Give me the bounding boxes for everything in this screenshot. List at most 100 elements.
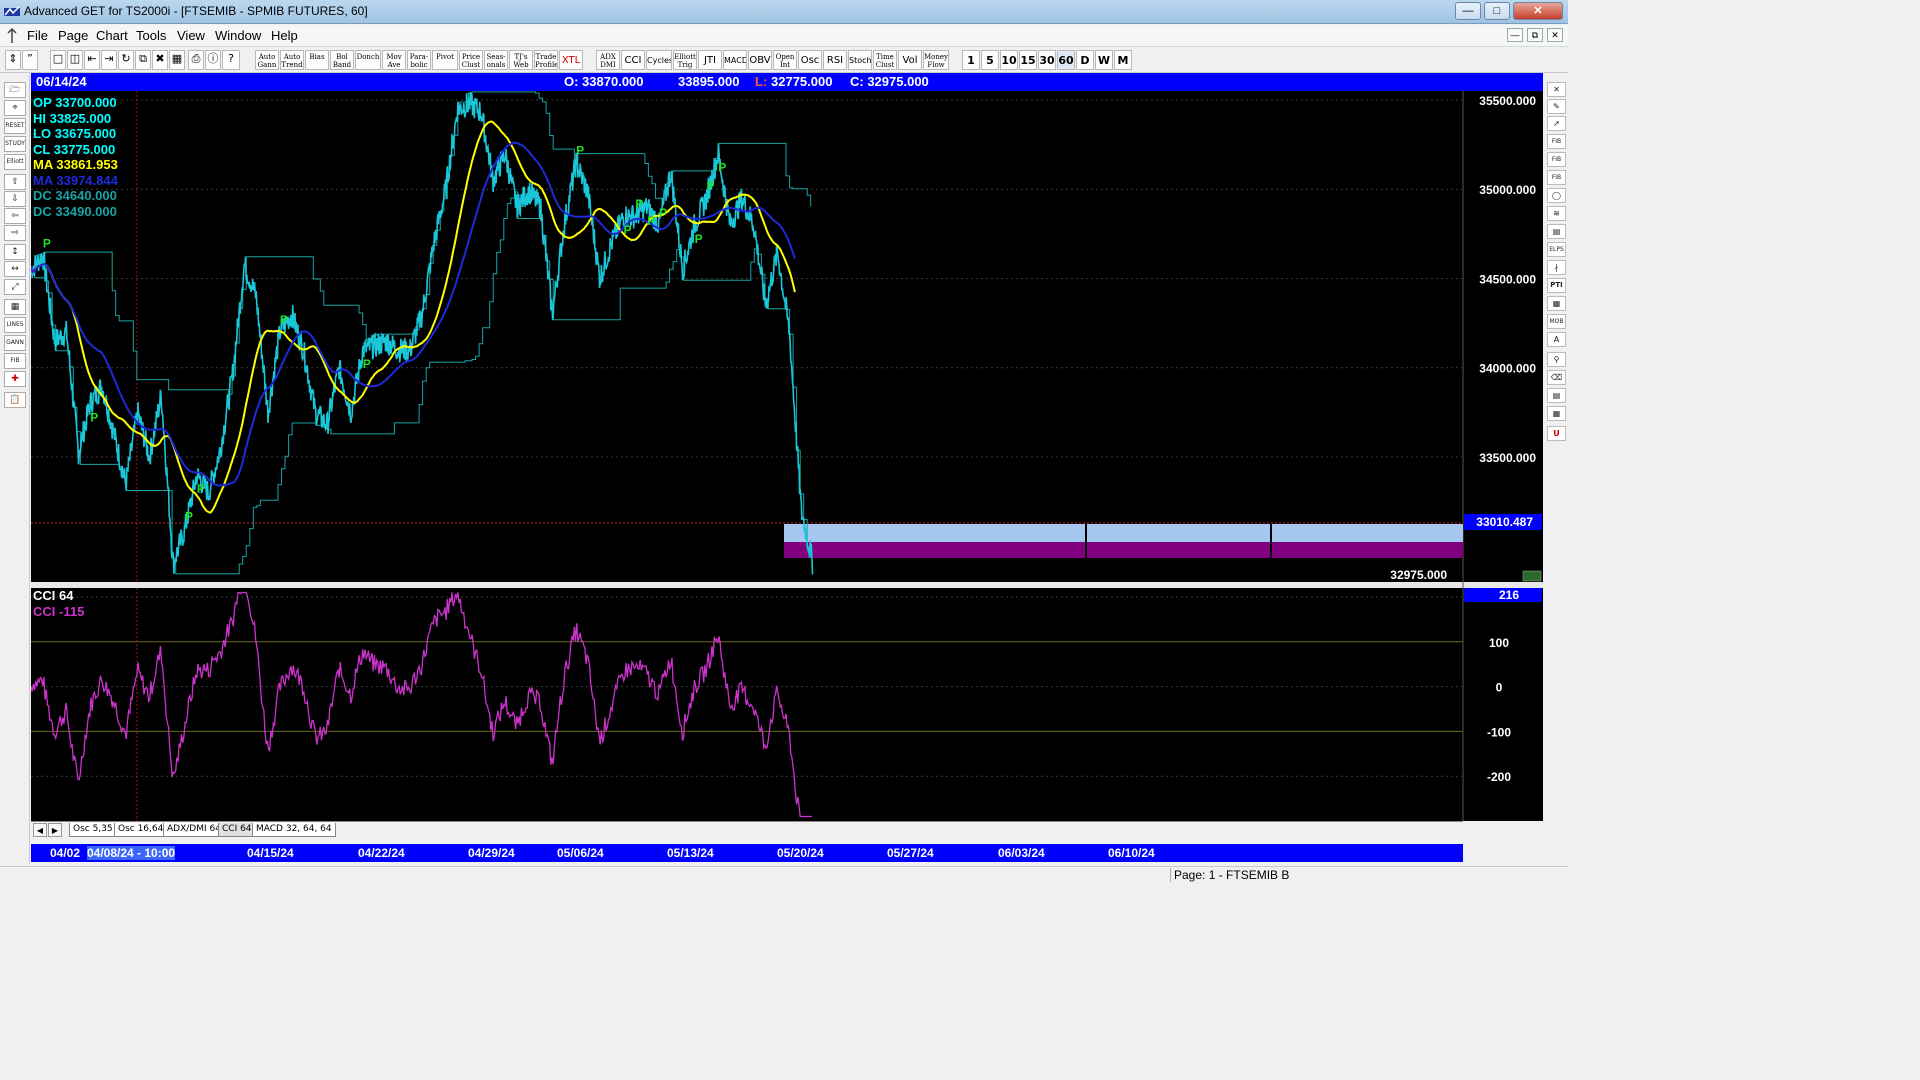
gann-fan-icon[interactable]: ∤ <box>1547 260 1566 275</box>
chart-mini-icon[interactable] <box>1522 570 1542 582</box>
menu-file[interactable]: File <box>27 28 48 43</box>
study-xtl-button[interactable]: XTL <box>559 50 583 70</box>
quote-icon[interactable]: ” <box>22 50 38 70</box>
next-chart-icon[interactable]: ⇥ <box>101 50 117 70</box>
study-rsi-button[interactable]: RSI <box>823 50 847 70</box>
maximize-button[interactable]: □ <box>1484 2 1510 20</box>
compress-horizontal-icon[interactable]: ↔ <box>4 261 26 277</box>
timeframe-60-button[interactable]: 60 <box>1057 50 1075 70</box>
timeframe-1-button[interactable]: 1 <box>962 50 980 70</box>
table-icon[interactable]: ▦ <box>1547 406 1566 421</box>
open-icon[interactable]: ◫ <box>67 50 83 70</box>
fib-tool-icon[interactable]: FIB <box>4 353 26 369</box>
study-mov-ave-button[interactable]: Mov Ave <box>382 50 406 70</box>
tab-scroll-left-icon[interactable]: ◀ <box>33 823 47 837</box>
study-auto-trend-button[interactable]: Auto Trend <box>280 50 304 70</box>
ellipse-icon[interactable]: ELPS <box>1547 242 1566 257</box>
arrow-up-icon[interactable]: ⇧ <box>4 174 26 190</box>
study-cycles-button[interactable]: Cycles <box>646 50 672 70</box>
study-tj-web-button[interactable]: TJ's Web <box>509 50 533 70</box>
chart-canvas[interactable]: 35500.000 35000.000 34500.000 34000.000 3350… <box>31 91 1543 821</box>
fib-time-icon[interactable]: FIB <box>1547 170 1566 185</box>
cross-tool-icon[interactable]: ✕ <box>1547 82 1566 97</box>
print-icon[interactable]: ⎙ <box>188 50 204 70</box>
fan-icon[interactable]: ≋ <box>1547 206 1566 221</box>
timeframe-15-button[interactable]: 15 <box>1019 50 1037 70</box>
refresh-icon[interactable]: ↻ <box>118 50 134 70</box>
arrow-right-icon[interactable]: ⇨ <box>4 225 26 241</box>
undo-icon[interactable]: U <box>1547 426 1566 441</box>
text-tool-icon[interactable]: A <box>1547 332 1566 347</box>
study-auto-gann-button[interactable]: Auto Gann <box>255 50 279 70</box>
delete-icon[interactable]: ✖ <box>152 50 168 70</box>
new-page-icon[interactable]: □ <box>50 50 66 70</box>
zoom-icon[interactable]: ⌖ <box>4 100 26 116</box>
study-donch-button[interactable]: Donch <box>355 50 381 70</box>
study-price-clust-button[interactable]: Price Clust <box>459 50 483 70</box>
prev-chart-icon[interactable]: ⇤ <box>84 50 100 70</box>
fib-ret-icon[interactable]: FIB <box>1547 134 1566 149</box>
study-seasonals-button[interactable]: Seas-onals <box>484 50 508 70</box>
minimize-button[interactable]: — <box>1455 2 1481 20</box>
fib-ext-icon[interactable]: FIB <box>1547 152 1566 167</box>
study-trade-profile-button[interactable]: Trade Profile <box>534 50 558 70</box>
timeframe-5-button[interactable]: 5 <box>981 50 999 70</box>
study-money-flow-button[interactable]: Money Flow <box>923 50 949 70</box>
info-icon[interactable]: ⓘ <box>205 50 221 70</box>
study-adx-dmi-button[interactable]: ADX DMI <box>596 50 620 70</box>
study-cci-button[interactable]: CCI <box>621 50 645 70</box>
pane-divider[interactable] <box>31 582 1543 588</box>
layers-icon[interactable]: ▤ <box>1547 388 1566 403</box>
lines-tool-icon[interactable]: LINES <box>4 317 26 333</box>
study-bias-button[interactable]: Bias <box>305 50 329 70</box>
menu-view[interactable]: View <box>177 28 205 43</box>
study-elliott-trig-button[interactable]: Elliott Trig <box>673 50 697 70</box>
tab-cci-64[interactable]: CCI 64 <box>218 823 256 837</box>
study-osc-button[interactable]: Osc <box>798 50 822 70</box>
study-pivot-button[interactable]: Pivot <box>432 50 458 70</box>
pointer-icon[interactable]: ⇕ <box>5 50 21 70</box>
compress-vertical-icon[interactable]: ↕ <box>4 244 26 260</box>
help-icon[interactable]: ? <box>222 50 240 70</box>
gann-tool-icon[interactable]: GANN <box>4 335 26 351</box>
close-button[interactable]: ✕ <box>1513 2 1563 20</box>
grid-icon[interactable]: ▦ <box>169 50 185 70</box>
arrow-down-icon[interactable]: ⇩ <box>4 191 26 207</box>
timeframe-w-button[interactable]: W <box>1095 50 1113 70</box>
reset-icon[interactable]: RESET <box>4 118 26 134</box>
folder-icon[interactable]: 🗁 <box>4 82 26 98</box>
tab-scroll-right-icon[interactable]: ▶ <box>48 823 62 837</box>
study-icon[interactable]: STUDY <box>4 136 26 152</box>
study-parabolic-button[interactable]: Para-bolic <box>407 50 431 70</box>
tab-adx-dmi-64[interactable]: ADX/DMI 64 <box>163 823 225 837</box>
pencil-icon[interactable]: ✎ <box>1547 99 1566 114</box>
timeframe-10-button[interactable]: 10 <box>1000 50 1018 70</box>
date-axis[interactable]: 04/02 04/08/24 - 10:00 04/15/24 04/22/24… <box>31 844 1463 862</box>
crosshair-icon[interactable]: ✚ <box>4 371 26 387</box>
timeframe-d-button[interactable]: D <box>1076 50 1094 70</box>
magnifier-icon[interactable]: ⚲ <box>1547 352 1566 367</box>
study-vol-button[interactable]: Vol <box>898 50 922 70</box>
mdi-minimize-button[interactable]: — <box>1507 28 1523 42</box>
study-macd-button[interactable]: MACD <box>723 50 747 70</box>
mob-icon[interactable]: MOB <box>1547 314 1566 329</box>
study-time-clust-button[interactable]: Time Clust <box>873 50 897 70</box>
mdi-restore-button[interactable]: ⧉ <box>1527 28 1543 42</box>
menu-window[interactable]: Window <box>215 28 261 43</box>
document-icon[interactable] <box>5 28 19 44</box>
menu-tools[interactable]: Tools <box>136 28 166 43</box>
tab-osc-5-35[interactable]: Osc 5,35 <box>69 823 117 837</box>
menu-help[interactable]: Help <box>271 28 298 43</box>
cycle-icon[interactable]: ◯ <box>1547 188 1566 203</box>
tab-macd-32-64-64[interactable]: MACD 32, 64, 64 <box>252 823 336 837</box>
timeframe-m-button[interactable]: M <box>1114 50 1132 70</box>
timeframe-30-button[interactable]: 30 <box>1038 50 1056 70</box>
study-open-int-button[interactable]: Open Int <box>773 50 797 70</box>
arrow-left-icon[interactable]: ⇦ <box>4 208 26 224</box>
grid-draw-icon[interactable]: ▦ <box>1547 296 1566 311</box>
trendline-icon[interactable]: ➚ <box>1547 116 1566 131</box>
pti-icon[interactable]: PTI <box>1547 278 1566 293</box>
elliott-icon[interactable]: Elliott <box>4 154 26 170</box>
channel-icon[interactable]: ▤ <box>1547 224 1566 239</box>
mdi-close-button[interactable]: ✕ <box>1547 28 1563 42</box>
